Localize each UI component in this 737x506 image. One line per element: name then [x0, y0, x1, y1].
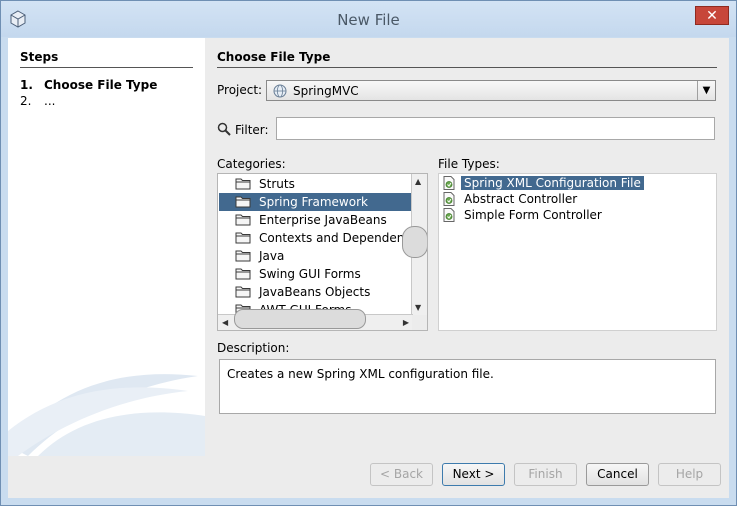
- close-button[interactable]: ✕: [695, 6, 729, 25]
- decorative-swoosh: [8, 374, 205, 456]
- category-label: Swing GUI Forms: [259, 267, 361, 281]
- category-label: Java: [259, 249, 285, 263]
- category-label: Struts: [259, 177, 295, 191]
- category-item[interactable]: Java: [219, 247, 411, 265]
- file-type-label: Abstract Controller: [464, 192, 578, 206]
- category-item[interactable]: Enterprise JavaBeans: [219, 211, 411, 229]
- magnifier-icon: [217, 122, 231, 136]
- categories-list[interactable]: AWT GUI FormsJavaBeans ObjectsSwing GUI …: [217, 173, 428, 331]
- step-label: Choose File Type: [44, 78, 158, 92]
- close-icon: ✕: [706, 8, 718, 24]
- new-file-dialog: New File ✕ Steps 1. Choose File Type 2...…: [0, 0, 737, 506]
- step-1: 1. Choose File Type: [20, 78, 157, 92]
- project-value: SpringMVC: [293, 84, 359, 98]
- next-button[interactable]: Next >: [442, 463, 505, 486]
- title-bar[interactable]: New File ✕: [1, 1, 736, 37]
- file-type-item[interactable]: Abstract Controller: [440, 191, 716, 207]
- description-label: Description:: [217, 341, 290, 355]
- scroll-right-icon[interactable]: ▶: [403, 318, 409, 327]
- category-item[interactable]: JavaBeans Objects: [219, 283, 411, 301]
- finish-button[interactable]: Finish: [514, 463, 577, 486]
- file-types-label: File Types:: [438, 157, 500, 171]
- category-item[interactable]: Spring Framework: [219, 193, 411, 211]
- description-box: Creates a new Spring XML configuration f…: [219, 359, 716, 414]
- chevron-down-icon[interactable]: ▼: [697, 81, 715, 100]
- step-label: ...: [44, 94, 56, 108]
- file-type-item[interactable]: Spring XML Configuration File: [440, 175, 716, 191]
- scroll-left-icon[interactable]: ◀: [222, 318, 228, 327]
- step-number: 2.: [20, 94, 32, 108]
- category-item[interactable]: Struts: [219, 175, 411, 193]
- scroll-thumb[interactable]: [402, 226, 427, 258]
- file-type-label: Simple Form Controller: [464, 208, 602, 222]
- step-2: 2....: [20, 94, 55, 108]
- folder-icon: [235, 195, 251, 211]
- category-item[interactable]: Swing GUI Forms: [219, 265, 411, 283]
- help-button[interactable]: Help: [658, 463, 721, 486]
- filter-input[interactable]: [276, 117, 715, 140]
- page-title: Choose File Type: [217, 50, 717, 68]
- steps-panel: Steps 1. Choose File Type 2....: [8, 38, 205, 456]
- globe-icon: [273, 84, 287, 98]
- spring-file-icon: [442, 208, 456, 225]
- file-type-item[interactable]: Simple Form Controller: [440, 207, 716, 223]
- cancel-button[interactable]: Cancel: [586, 463, 649, 486]
- category-label: Contexts and Dependency In: [259, 231, 411, 245]
- scroll-thumb[interactable]: [234, 309, 366, 329]
- dialog-content: Steps 1. Choose File Type 2.... Choose Fi…: [8, 38, 729, 498]
- main-panel: Choose File Type Project: SpringMVC ▼ Fi…: [217, 38, 729, 456]
- scroll-down-icon[interactable]: ▼: [415, 303, 421, 312]
- file-types-list[interactable]: Spring XML Configuration File Abstract Co…: [438, 173, 717, 331]
- project-dropdown[interactable]: SpringMVC ▼: [266, 80, 716, 101]
- category-item[interactable]: Contexts and Dependency In: [219, 229, 411, 247]
- step-number: 1.: [20, 78, 33, 92]
- vertical-scrollbar[interactable]: ▲ ▼: [402, 174, 427, 315]
- folder-icon: [235, 177, 251, 193]
- description-text: Creates a new Spring XML configuration f…: [227, 367, 494, 381]
- horizontal-scrollbar[interactable]: ◀ ▶: [218, 309, 413, 330]
- folder-icon: [235, 249, 251, 265]
- categories-label: Categories:: [217, 157, 286, 171]
- category-label: Enterprise JavaBeans: [259, 213, 387, 227]
- project-label: Project:: [217, 83, 263, 97]
- folder-icon: [235, 213, 251, 229]
- back-button[interactable]: < Back: [370, 463, 433, 486]
- scroll-up-icon[interactable]: ▲: [415, 177, 421, 186]
- window-title: New File: [337, 11, 400, 29]
- folder-icon: [235, 231, 251, 247]
- steps-title: Steps: [20, 50, 193, 68]
- folder-icon: [235, 285, 251, 301]
- scroll-corner: [412, 315, 427, 330]
- category-label: JavaBeans Objects: [259, 285, 371, 299]
- category-label: Spring Framework: [259, 195, 368, 209]
- file-type-label: Spring XML Configuration File: [461, 176, 644, 190]
- filter-label: Filter:: [235, 123, 269, 137]
- folder-icon: [235, 267, 251, 283]
